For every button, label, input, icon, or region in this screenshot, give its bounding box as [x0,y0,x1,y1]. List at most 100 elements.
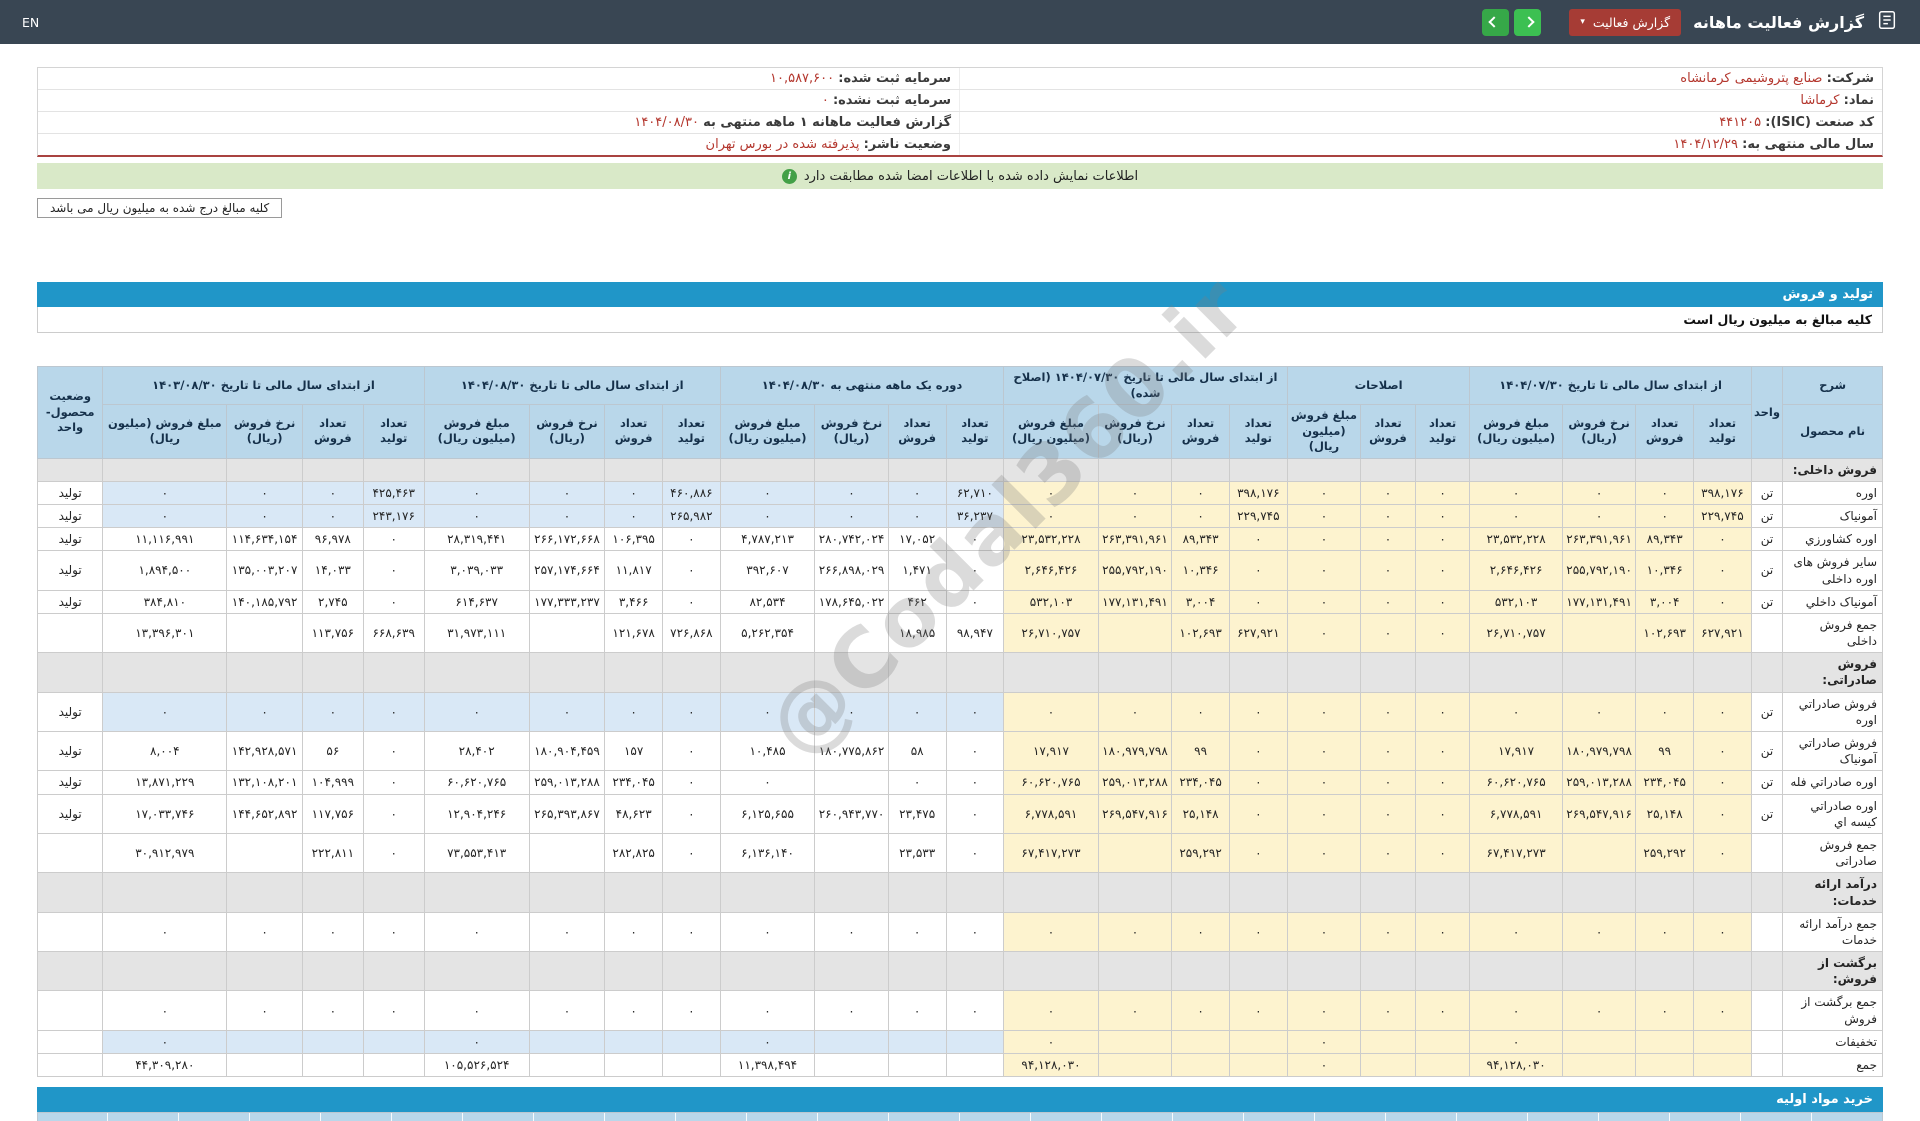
value-cell: ۸۹,۳۴۳ [1636,528,1694,551]
value-cell: ۰ [227,991,303,1030]
value-cell: ۰ [946,692,1004,731]
status-cell: تولید [38,692,103,731]
value-cell: ۰ [1229,771,1287,794]
value-cell: ۰ [1172,991,1230,1030]
status-cell: تولید [38,528,103,551]
value-cell: ۳,۰۰۴ [1172,590,1230,613]
unit-cell: تن [1751,590,1782,613]
value-cell: ۰ [1287,1030,1361,1053]
value-cell: ۳۹۸,۱۷۶ [1229,481,1287,504]
value-cell [888,1030,946,1053]
empty-cell [1636,653,1694,692]
value-cell [529,613,605,652]
column-header: تعداد تولید [363,405,424,459]
empty-cell [424,458,529,481]
value-cell: ۰ [1004,504,1099,527]
empty-cell [302,653,363,692]
value-cell: ۲۸۲,۸۲۵ [605,833,663,872]
empty-cell [605,653,663,692]
value-cell: ۰ [1229,590,1287,613]
value-cell: ۰ [103,481,227,504]
value-cell: ۲۵۹,۲۹۲ [1172,833,1230,872]
section-label: برگشت از فروش: [1783,952,1883,991]
value-cell: ۰ [1229,991,1287,1030]
value-cell: ۰ [1361,771,1416,794]
value-cell: ۱۷۷,۱۳۱,۴۹۱ [1098,590,1171,613]
info-label: نماد: [1844,93,1874,108]
value-cell: ۲۶۳,۳۹۱,۹۶۱ [1098,528,1171,551]
value-cell: ۱۷,۹۱۷ [1004,732,1099,771]
info-value: کرماشا [1800,93,1839,108]
value-cell: ۶۲۷,۹۲۱ [1229,613,1287,652]
value-cell: ۲۸۰,۷۴۲,۰۲۴ [815,528,888,551]
table-container: شرحواحداز ابتدای سال مالی تا تاریخ ۱۴۰۴/… [37,366,1883,1077]
value-cell: ۲۸,۳۱۹,۴۴۱ [424,528,529,551]
status-cell: تولید [38,590,103,613]
empty-cell [720,458,815,481]
value-cell [1361,1030,1416,1053]
value-cell: ۶,۱۳۶,۱۴۰ [720,833,815,872]
value-cell: ۰ [363,991,424,1030]
empty-cell [815,873,888,912]
table-row: آمونیاکتن۲۲۹,۷۴۵۰۰۰۰۰۰۲۲۹,۷۴۵۰۰۰۳۶,۲۳۷۰۰… [38,504,1883,527]
value-cell: ۵۸ [888,732,946,771]
product-name: سایر فروش های اوره داخلی [1783,551,1883,590]
empty-cell [424,653,529,692]
table-row: جمع فروش داخلی۶۲۷,۹۲۱۱۰۲,۶۹۳۲۶,۷۱۰,۷۵۷۰۰… [38,613,1883,652]
status-cell: تولید [38,504,103,527]
value-cell: ۰ [227,692,303,731]
value-cell: ۰ [888,771,946,794]
status-cell [38,833,103,872]
column-header: تعداد تولید [1229,405,1287,459]
report-type-dropdown[interactable]: گزارش فعالیت ▾ [1569,9,1681,36]
next-report-button[interactable] [1514,9,1541,36]
value-cell: ۸۲,۵۳۴ [720,590,815,613]
value-cell: ۲۶۹,۵۴۷,۹۱۶ [1098,794,1171,833]
value-cell: ۲۶۳,۳۹۱,۹۶۱ [1562,528,1635,551]
value-cell: ۲۵۹,۲۹۲ [1636,833,1694,872]
value-cell: ۴۸,۶۲۳ [605,794,663,833]
info-value: ۱۰,۵۸۷,۶۰۰ [770,71,834,86]
value-cell: ۰ [227,481,303,504]
unit-header: واحد [1751,367,1782,459]
value-cell: ۰ [946,528,1004,551]
empty-cell [1562,653,1635,692]
value-cell: ۰ [1361,528,1416,551]
info-row: سال مالی منتهی به: ۱۴۰۴/۱۲/۲۹ وضعیت ناشر… [38,134,1882,155]
empty-cell [1636,873,1694,912]
empty-cell [1470,653,1562,692]
lang-toggle-en[interactable]: EN [22,15,39,30]
section-label: درآمد ارائه خدمات: [1783,873,1883,912]
empty-cell [38,458,103,481]
value-cell: ۶,۷۷۸,۵۹۱ [1004,794,1099,833]
value-cell: ۳۶,۲۳۷ [946,504,1004,527]
unit-cell: تن [1751,528,1782,551]
value-cell: ۲,۷۴۵ [302,590,363,613]
value-cell: ۰ [1415,833,1470,872]
value-cell: ۰ [1636,481,1694,504]
value-cell: ۰ [720,912,815,951]
value-cell: ۰ [424,481,529,504]
value-cell: ۱۵۷ [605,732,663,771]
value-cell: ۶۰,۶۲۰,۷۶۵ [424,771,529,794]
empty-cell [1098,873,1171,912]
value-cell: ۹۴,۱۲۸,۰۳۰ [1004,1054,1099,1077]
value-cell: ۶,۷۷۸,۵۹۱ [1470,794,1562,833]
value-cell: ۱۰,۴۸۵ [720,732,815,771]
empty-cell [424,952,529,991]
value-cell: ۰ [1287,613,1361,652]
product-name: اوره کشاورزي [1783,528,1883,551]
column-header: نرخ فروش (ریال) [227,405,303,459]
value-cell: ۲,۶۴۶,۴۲۶ [1004,551,1099,590]
value-cell: ۲۶۰,۹۴۳,۷۷۰ [815,794,888,833]
empty-cell [529,458,605,481]
empty-cell [1229,873,1287,912]
empty-cell [38,952,103,991]
value-cell [605,1054,663,1077]
value-cell: ۰ [605,912,663,951]
previous-report-button[interactable] [1482,9,1509,36]
empty-cell [1287,952,1361,991]
status-cell [38,912,103,951]
value-cell: ۰ [946,732,1004,771]
page-content: شرکت: صنایع پتروشیمی کرمانشاه سرمایه ثبت… [0,67,1920,1121]
